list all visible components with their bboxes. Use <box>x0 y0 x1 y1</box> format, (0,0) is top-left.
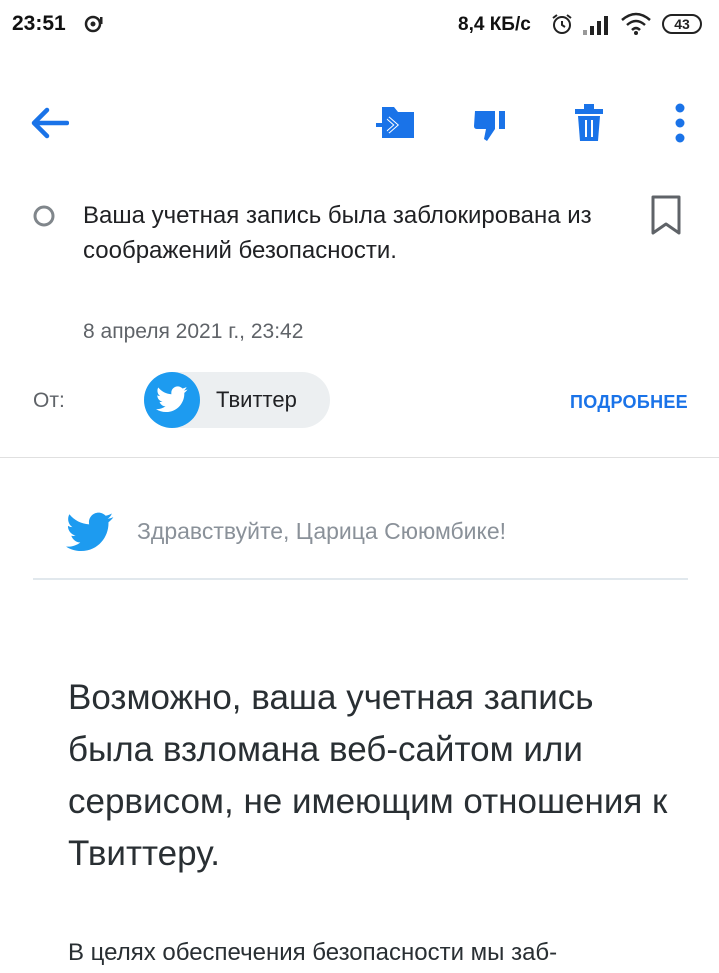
alarm-icon <box>550 12 574 41</box>
bookmark-icon[interactable] <box>650 194 682 236</box>
header-divider <box>0 457 719 458</box>
trash-icon[interactable] <box>566 100 612 146</box>
avatar <box>144 372 200 428</box>
battery-indicator: 43 <box>662 14 702 34</box>
from-label: От: <box>33 389 65 412</box>
email-headline: Возможно, ваша учетная запись была взлом… <box>68 678 668 873</box>
twitter-logo-icon <box>64 512 116 559</box>
thumb-down-icon[interactable] <box>468 100 514 146</box>
sender-name: Твиттер <box>216 387 297 412</box>
notification-icon <box>84 14 103 33</box>
unread-toggle-icon[interactable] <box>32 204 56 228</box>
email-paragraph: В целях обеспечения безопасности мы заб- <box>68 939 558 966</box>
signal-icon <box>581 14 611 41</box>
move-to-folder-icon[interactable] <box>372 100 420 146</box>
details-button[interactable]: ПОДРОБНЕЕ <box>570 392 688 413</box>
status-time: 23:51 <box>12 12 66 35</box>
email-divider <box>33 578 688 580</box>
email-greeting: Здравствуйте, Царица Сююмбике! <box>137 518 507 544</box>
more-vertical-icon[interactable] <box>660 100 700 146</box>
message-subject: Ваша учетная запись была заблокирована и… <box>83 202 592 264</box>
sender-chip[interactable]: Твиттер <box>144 372 330 428</box>
back-arrow-icon[interactable] <box>26 100 72 146</box>
message-date: 8 апреля 2021 г., 23:42 <box>83 320 304 343</box>
twitter-bird-icon <box>156 386 188 413</box>
network-speed: 8,4 КБ/с <box>458 14 531 35</box>
wifi-icon <box>620 12 652 41</box>
